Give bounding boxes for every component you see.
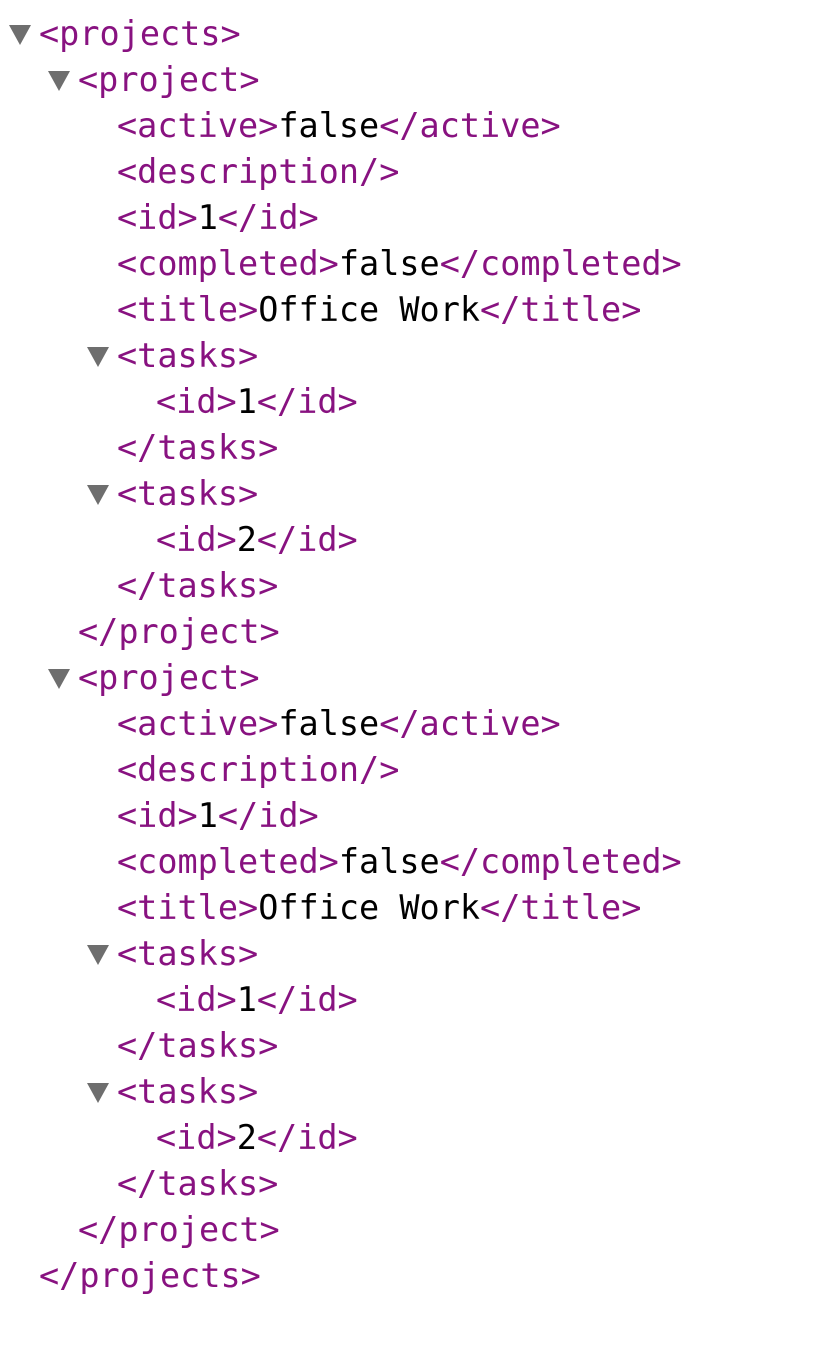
- xml-tag-open: <id>: [156, 382, 237, 421]
- xml-tag-close: </id>: [217, 198, 319, 237]
- xml-tag-close: </active>: [379, 704, 561, 743]
- xml-text-value: Office Work: [258, 290, 481, 329]
- xml-line-content: <title>Office Work</title>: [117, 885, 641, 931]
- xml-line-content: <active>false</active>: [117, 701, 561, 747]
- xml-line-content: <project>: [78, 655, 260, 701]
- xml-line-content: </tasks>: [117, 425, 278, 471]
- xml-tag-close: </completed>: [439, 244, 682, 283]
- xml-tag-open: <description/>: [117, 750, 400, 789]
- xml-text-value: false: [338, 244, 440, 283]
- xml-tag-open: <title>: [117, 290, 259, 329]
- collapse-triangle-icon[interactable]: [48, 669, 70, 689]
- xml-line-content: <id>2</id>: [156, 517, 358, 563]
- xml-tag-open: </tasks>: [117, 1164, 279, 1203]
- xml-tag-close: </completed>: [439, 842, 682, 881]
- collapse-triangle-icon[interactable]: [87, 945, 109, 965]
- xml-tag-open: </tasks>: [117, 1026, 279, 1065]
- xml-tag-open: <project>: [78, 60, 260, 99]
- xml-tag-open: </projects>: [39, 1256, 261, 1295]
- xml-line-content: <id>1</id>: [156, 379, 358, 425]
- xml-tag-open: <id>: [117, 198, 198, 237]
- xml-tag-open: <projects>: [39, 14, 241, 53]
- collapse-triangle-icon[interactable]: [9, 25, 31, 45]
- collapse-triangle-icon[interactable]: [87, 1083, 109, 1103]
- xml-tag-open: </project>: [78, 1210, 280, 1249]
- xml-tag-close: </id>: [256, 520, 358, 559]
- xml-text-value: 2: [236, 1118, 257, 1157]
- xml-tag-open: <id>: [156, 1118, 237, 1157]
- xml-line-content: <id>2</id>: [156, 1115, 358, 1161]
- xml-line-content: <id>1</id>: [156, 977, 358, 1023]
- xml-line-content: <completed>false</completed>: [117, 839, 682, 885]
- xml-line-content: <tasks>: [117, 931, 258, 977]
- xml-text-value: 1: [197, 796, 218, 835]
- xml-tag-open: <project>: [78, 658, 260, 697]
- collapse-triangle-icon[interactable]: [87, 485, 109, 505]
- xml-tag-open: <completed>: [117, 244, 339, 283]
- xml-line-content: <completed>false</completed>: [117, 241, 682, 287]
- xml-line-content: <projects>: [39, 11, 241, 57]
- xml-tag-open: <tasks>: [117, 1072, 259, 1111]
- xml-tag-open: </project>: [78, 612, 280, 651]
- xml-tag-open: </tasks>: [117, 566, 279, 605]
- xml-tag-open: <tasks>: [117, 474, 259, 513]
- xml-line-content: <tasks>: [117, 1069, 258, 1115]
- xml-line-content: <active>false</active>: [117, 103, 561, 149]
- xml-line-content: <description/>: [117, 747, 399, 793]
- collapse-triangle-icon[interactable]: [87, 347, 109, 367]
- xml-text-value: 2: [236, 520, 257, 559]
- xml-text-value: false: [338, 842, 440, 881]
- xml-tag-close: </title>: [480, 888, 642, 927]
- collapse-triangle-icon[interactable]: [48, 71, 70, 91]
- xml-line-content: <id>1</id>: [117, 195, 319, 241]
- xml-tag-open: <active>: [117, 106, 279, 145]
- xml-tag-open: <tasks>: [117, 336, 259, 375]
- xml-tag-close: </id>: [256, 980, 358, 1019]
- xml-line-content: <id>1</id>: [117, 793, 319, 839]
- xml-text-value: false: [278, 704, 380, 743]
- xml-text-value: false: [278, 106, 380, 145]
- xml-text-value: Office Work: [258, 888, 481, 927]
- xml-line-content: </project>: [78, 1207, 280, 1253]
- xml-tag-close: </title>: [480, 290, 642, 329]
- xml-tag-open: <tasks>: [117, 934, 259, 973]
- xml-line-content: <description/>: [117, 149, 399, 195]
- xml-text-value: 1: [236, 980, 257, 1019]
- xml-text-value: 1: [236, 382, 257, 421]
- xml-tag-close: </id>: [217, 796, 319, 835]
- xml-tag-open: <id>: [117, 796, 198, 835]
- xml-line-content: <tasks>: [117, 471, 258, 517]
- xml-line-content: <tasks>: [117, 333, 258, 379]
- xml-line-content: <title>Office Work</title>: [117, 287, 641, 333]
- xml-tag-close: </active>: [379, 106, 561, 145]
- xml-line-content: </projects>: [39, 1253, 261, 1299]
- xml-line-content: <project>: [78, 57, 260, 103]
- xml-tag-open: <id>: [156, 980, 237, 1019]
- xml-tag-open: <completed>: [117, 842, 339, 881]
- xml-tag-open: </tasks>: [117, 428, 279, 467]
- xml-tag-close: </id>: [256, 382, 358, 421]
- xml-tag-open: <active>: [117, 704, 279, 743]
- xml-text-value: 1: [197, 198, 218, 237]
- xml-line-content: </tasks>: [117, 563, 278, 609]
- xml-tag-open: <title>: [117, 888, 259, 927]
- xml-tag-close: </id>: [256, 1118, 358, 1157]
- xml-tag-open: <id>: [156, 520, 237, 559]
- xml-line-content: </project>: [78, 609, 280, 655]
- xml-line-content: </tasks>: [117, 1023, 278, 1069]
- xml-tag-open: <description/>: [117, 152, 400, 191]
- xml-line-content: </tasks>: [117, 1161, 278, 1207]
